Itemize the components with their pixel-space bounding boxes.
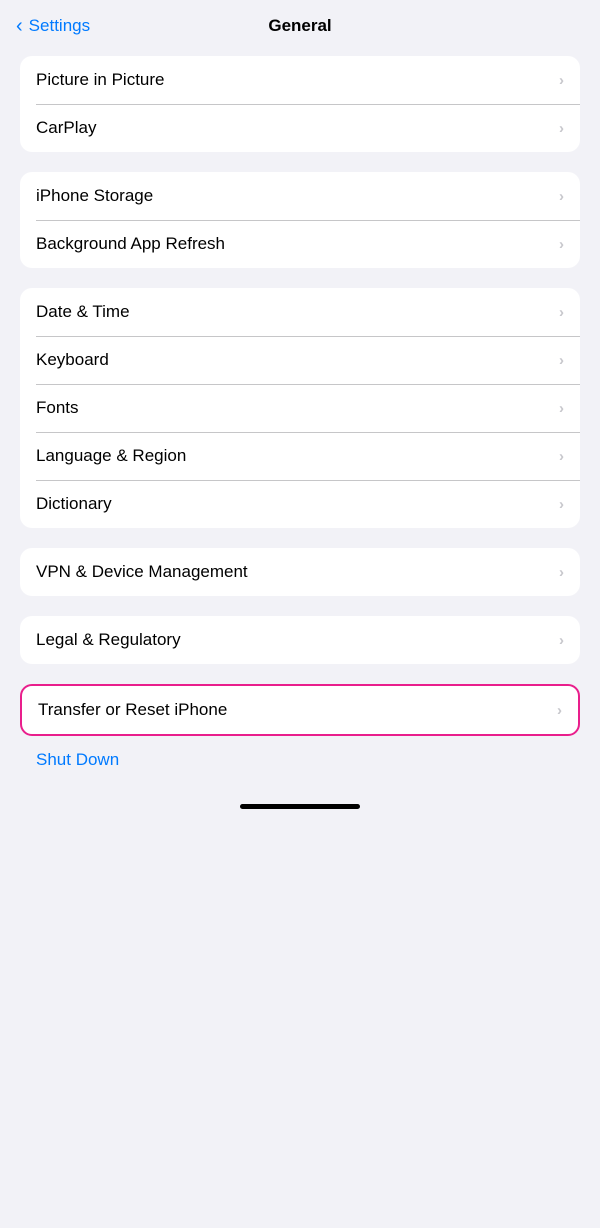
fonts-row[interactable]: Fonts ›: [20, 384, 580, 432]
chevron-right-icon: ›: [559, 400, 564, 417]
picture-in-picture-label: Picture in Picture: [36, 70, 165, 90]
settings-container: Picture in Picture › CarPlay › iPhone St…: [0, 44, 600, 784]
chevron-right-icon: ›: [559, 304, 564, 321]
home-indicator: [0, 784, 600, 819]
keyboard-row[interactable]: Keyboard ›: [20, 336, 580, 384]
chevron-right-icon: ›: [559, 632, 564, 649]
back-label: Settings: [29, 16, 90, 36]
background-app-refresh-row[interactable]: Background App Refresh ›: [20, 220, 580, 268]
date-time-row[interactable]: Date & Time ›: [20, 288, 580, 336]
chevron-right-icon: ›: [559, 448, 564, 465]
iphone-storage-label: iPhone Storage: [36, 186, 153, 206]
iphone-storage-row[interactable]: iPhone Storage ›: [20, 172, 580, 220]
vpn-device-management-label: VPN & Device Management: [36, 562, 248, 582]
dictionary-row[interactable]: Dictionary ›: [20, 480, 580, 528]
transfer-reset-group: Transfer or Reset iPhone ›: [20, 684, 580, 736]
legal-regulatory-label: Legal & Regulatory: [36, 630, 181, 650]
chevron-right-icon: ›: [559, 72, 564, 89]
legal-regulatory-row[interactable]: Legal & Regulatory ›: [20, 616, 580, 664]
background-app-refresh-label: Background App Refresh: [36, 234, 225, 254]
back-button[interactable]: ‹ Settings: [16, 16, 90, 36]
chevron-right-icon: ›: [559, 188, 564, 205]
chevron-right-icon: ›: [559, 236, 564, 253]
back-chevron-icon: ‹: [16, 16, 23, 36]
settings-group-5: Legal & Regulatory ›: [20, 616, 580, 664]
picture-in-picture-row[interactable]: Picture in Picture ›: [20, 56, 580, 104]
date-time-label: Date & Time: [36, 302, 130, 322]
vpn-device-management-row[interactable]: VPN & Device Management ›: [20, 548, 580, 596]
transfer-reset-label: Transfer or Reset iPhone: [38, 700, 227, 720]
keyboard-label: Keyboard: [36, 350, 109, 370]
chevron-right-icon: ›: [559, 352, 564, 369]
shut-down-container: Shut Down: [20, 736, 580, 784]
dictionary-label: Dictionary: [36, 494, 112, 514]
chevron-right-icon: ›: [557, 702, 562, 719]
settings-group-2: iPhone Storage › Background App Refresh …: [20, 172, 580, 268]
transfer-reset-row[interactable]: Transfer or Reset iPhone ›: [22, 686, 578, 734]
language-region-row[interactable]: Language & Region ›: [20, 432, 580, 480]
header: ‹ Settings General: [0, 0, 600, 44]
chevron-right-icon: ›: [559, 120, 564, 137]
settings-group-3: Date & Time › Keyboard › Fonts › Languag…: [20, 288, 580, 528]
chevron-right-icon: ›: [559, 496, 564, 513]
carplay-row[interactable]: CarPlay ›: [20, 104, 580, 152]
shut-down-button[interactable]: Shut Down: [36, 750, 119, 770]
page-title: General: [268, 16, 331, 36]
carplay-label: CarPlay: [36, 118, 96, 138]
settings-group-1: Picture in Picture › CarPlay ›: [20, 56, 580, 152]
settings-group-4: VPN & Device Management ›: [20, 548, 580, 596]
chevron-right-icon: ›: [559, 564, 564, 581]
home-bar: [240, 804, 360, 809]
language-region-label: Language & Region: [36, 446, 186, 466]
fonts-label: Fonts: [36, 398, 79, 418]
